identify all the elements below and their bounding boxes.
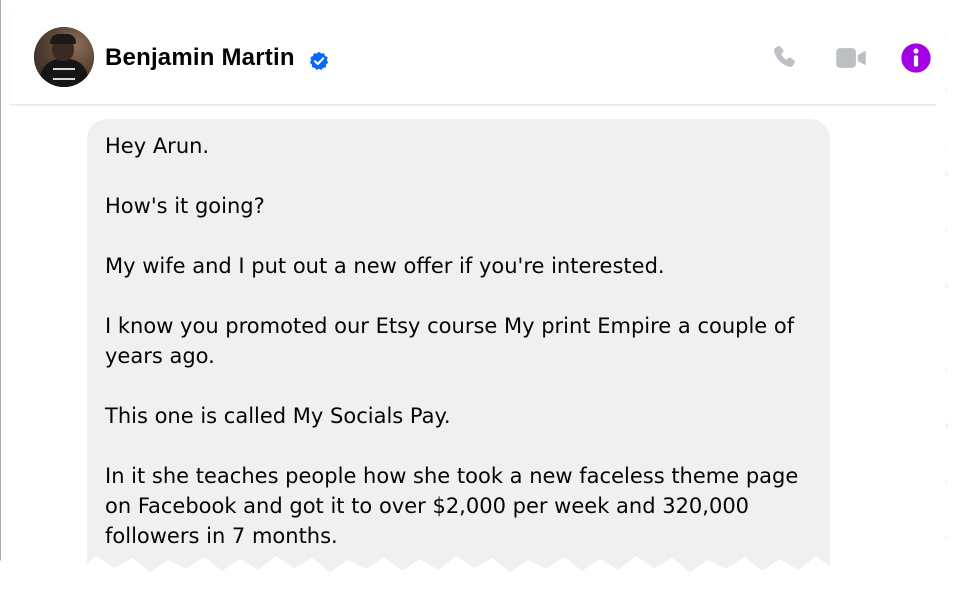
audio-call-button[interactable] [767,40,803,76]
contact-name[interactable]: Benjamin Martin [105,44,295,72]
incoming-message-bubble[interactable]: Hey Arun. How's it going? My wife and I … [87,119,830,572]
message-paragraph: How's it going? [105,194,265,218]
video-camera-icon [836,48,866,68]
message-paragraph: In it she teaches people how she took a … [105,464,799,548]
message-thread[interactable]: Hey Arun. How's it going? My wife and I … [0,105,949,572]
message-paragraph: I know you promoted our Etsy course My p… [105,314,795,368]
window-left-edge [0,0,1,572]
message-paragraph: This one is called My Socials Pay. [105,404,451,428]
messenger-window: Benjamin Martin Hey Arun. How's it going… [0,0,949,572]
phone-icon [774,45,795,67]
contact-avatar[interactable] [34,27,94,87]
message-text: Hey Arun. How's it going? My wife and I … [105,131,815,572]
conversation-info-button[interactable] [898,40,934,76]
torn-edge-shadow [944,0,949,560]
conversation-header: Benjamin Martin [10,10,949,105]
message-paragraph: My wife and I put out a new offer if you… [105,254,665,278]
info-icon [901,43,931,73]
verified-badge-icon [309,51,329,71]
screenshot-stage: Benjamin Martin Hey Arun. How's it going… [0,0,968,600]
video-call-button[interactable] [833,40,869,76]
message-paragraph: Hey Arun. [105,134,210,158]
